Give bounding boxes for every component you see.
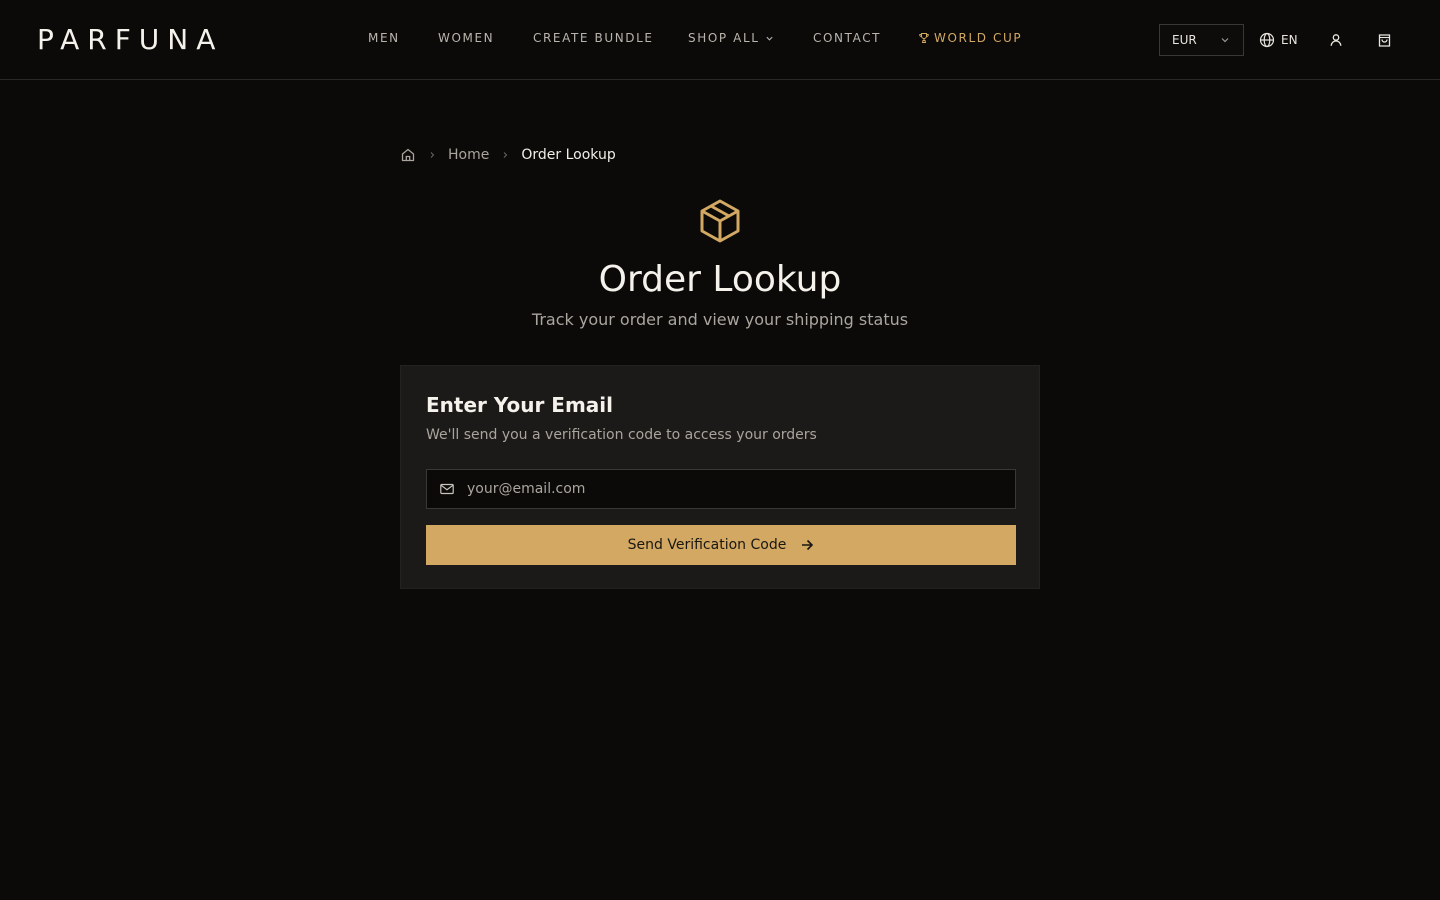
page-title: Order Lookup bbox=[598, 259, 842, 300]
chevron-right-icon bbox=[428, 151, 436, 159]
card-description: We'll send you a verification code to ac… bbox=[426, 427, 817, 443]
main-nav: MEN WOMEN CREATE BUNDLE SHOP ALL CONTACT… bbox=[368, 31, 1022, 45]
button-label: Send Verification Code bbox=[627, 537, 787, 553]
chevron-down-icon bbox=[765, 34, 774, 43]
nav-item-create-bundle[interactable]: CREATE BUNDLE bbox=[533, 31, 688, 45]
nav-item-label: MEN bbox=[368, 31, 400, 45]
email-input[interactable] bbox=[455, 470, 1015, 508]
nav-item-label: CREATE BUNDLE bbox=[533, 31, 654, 45]
nav-item-contact[interactable]: CONTACT bbox=[813, 31, 918, 45]
currency-select[interactable]: EUR bbox=[1159, 24, 1244, 56]
nav-item-shop-all[interactable]: SHOP ALL bbox=[688, 31, 813, 45]
breadcrumb-current: Order Lookup bbox=[521, 147, 616, 163]
package-icon bbox=[698, 198, 742, 244]
mail-icon bbox=[439, 481, 455, 497]
breadcrumb-home-link[interactable]: Home bbox=[448, 147, 489, 163]
breadcrumb: Home Order Lookup bbox=[400, 145, 616, 165]
brand-logo[interactable]: PARFUNA bbox=[37, 22, 223, 58]
nav-item-label: SHOP ALL bbox=[688, 31, 760, 45]
home-icon[interactable] bbox=[400, 147, 416, 163]
nav-item-label: WOMEN bbox=[438, 31, 495, 45]
chevron-right-icon bbox=[501, 151, 509, 159]
email-lookup-card: Enter Your Email We'll send you a verifi… bbox=[400, 365, 1040, 589]
trophy-icon bbox=[918, 32, 930, 44]
send-verification-code-button[interactable]: Send Verification Code bbox=[426, 525, 1016, 565]
card-title: Enter Your Email bbox=[426, 393, 614, 417]
shopping-bag-icon bbox=[1377, 33, 1392, 48]
arrow-right-icon bbox=[800, 538, 814, 552]
email-field-wrapper bbox=[426, 469, 1016, 509]
account-button[interactable] bbox=[1326, 30, 1346, 50]
user-icon bbox=[1329, 33, 1343, 47]
nav-item-label: CONTACT bbox=[813, 31, 882, 45]
language-value: EN bbox=[1281, 33, 1298, 47]
language-switcher[interactable]: EN bbox=[1259, 30, 1298, 50]
globe-icon bbox=[1259, 32, 1275, 48]
site-header: PARFUNA MEN WOMEN CREATE BUNDLE SHOP ALL… bbox=[0, 0, 1440, 80]
cart-button[interactable] bbox=[1374, 30, 1394, 50]
page-subtitle: Track your order and view your shipping … bbox=[531, 310, 909, 329]
currency-value: EUR bbox=[1172, 33, 1197, 47]
chevron-down-icon bbox=[1219, 34, 1231, 46]
nav-item-label: WORLD CUP bbox=[934, 31, 1023, 45]
nav-item-men[interactable]: MEN bbox=[368, 31, 438, 45]
nav-item-women[interactable]: WOMEN bbox=[438, 31, 533, 45]
nav-item-world-cup[interactable]: WORLD CUP bbox=[918, 31, 1022, 45]
